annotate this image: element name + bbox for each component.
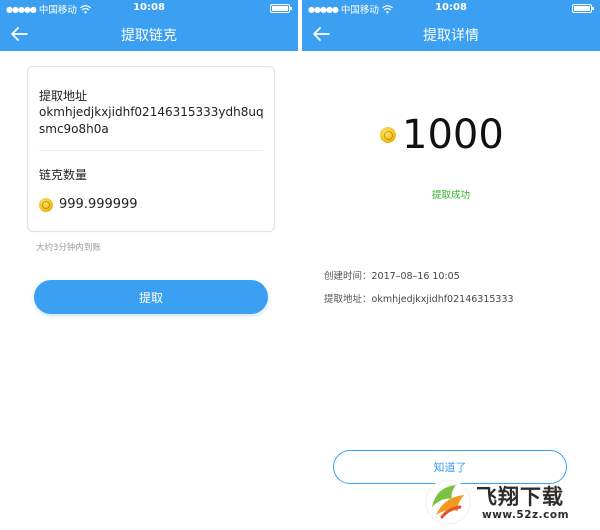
coin-icon [39, 197, 53, 212]
watermark: 飞翔下载 www.52z.com [420, 475, 598, 527]
amount-value: 1000 [402, 112, 504, 158]
arrival-hint: 大约3分钟内到账 [36, 243, 101, 253]
extract-form-card: 提取地址 okmhjedjkxjidhf02146315333ydh8uqsmc… [27, 66, 275, 232]
address-row: 提取地址：okmhjedjkxjidhf02146315333 [324, 291, 514, 305]
status-bar: ●●●●● 中国移动 10:08 [302, 0, 600, 17]
status-text: 提取成功 [431, 190, 470, 201]
address-value[interactable]: okmhjedjkxjidhf02146315333ydh8uqsmc9o8h0… [39, 104, 264, 138]
extract-detail-screen: ●●●●● 中国移动 10:08 提取详情 1000 提取成功 创建时间：201… [302, 0, 600, 530]
page-title: 提取详情 [423, 28, 479, 44]
watermark-url: www.52z.com [482, 509, 570, 521]
address-value: okmhjedjkxjidhf02146315333 [371, 294, 514, 305]
created-value: 2017–08–16 10:05 [371, 271, 460, 282]
created-label: 创建时间： [324, 271, 372, 282]
address-label: 提取地址： [324, 294, 372, 305]
extract-button[interactable]: 提取 [34, 280, 268, 314]
address-label: 提取地址 [39, 89, 88, 103]
quantity-value[interactable]: 999.999999 [59, 197, 138, 212]
nav-bar: 提取详情 [302, 17, 600, 51]
battery-icon [572, 4, 594, 13]
quantity-row[interactable]: 999.999999 [39, 197, 138, 212]
nav-bar: 提取链克 [0, 17, 298, 51]
status-time: 10:08 [133, 2, 165, 13]
status-bar: ●●●●● 中国移动 10:08 [0, 0, 298, 17]
watermark-name: 飞翔下载 [476, 485, 564, 509]
extract-screen: ●●●●● 中国移动 10:08 提取链克 提取地址 okmhjedjkxjid… [0, 0, 298, 530]
status-time: 10:08 [435, 2, 467, 13]
site-logo-icon [425, 479, 471, 525]
coin-icon [380, 127, 396, 143]
battery-icon [270, 4, 292, 13]
amount-display: 1000 [380, 112, 504, 158]
card-divider [39, 150, 263, 151]
page-title: 提取链克 [121, 28, 177, 44]
created-time-row: 创建时间：2017–08–16 10:05 [324, 268, 460, 282]
quantity-label: 链克数量 [39, 168, 88, 182]
